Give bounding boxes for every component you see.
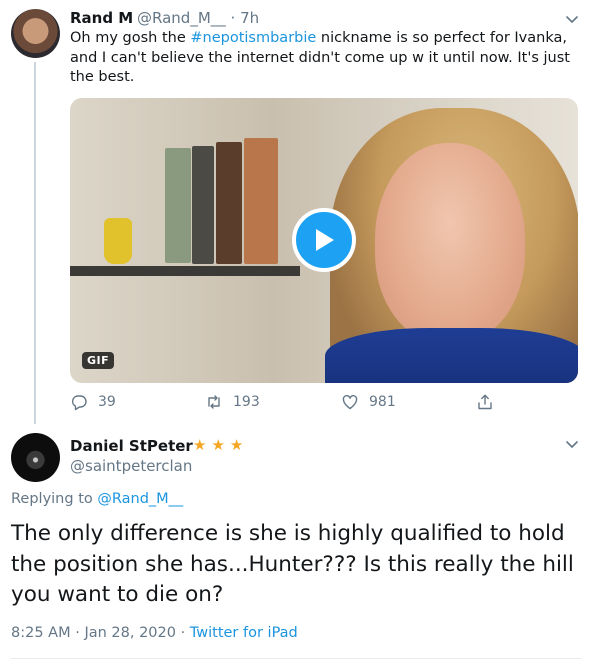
- tweet-author-handle-line[interactable]: @Rand_M__ · 7h: [137, 9, 259, 27]
- tweet-text-before: Oh my gosh the: [70, 30, 191, 46]
- background-book: [216, 142, 242, 264]
- reply-icon: [71, 395, 87, 411]
- background-book: [165, 148, 191, 263]
- replying-to-line: Replying to @Rand_M__: [11, 491, 183, 507]
- reply-author-name[interactable]: Daniel StPeter: [70, 437, 193, 455]
- tweet-author-name[interactable]: Rand M: [70, 9, 133, 27]
- meta-separator: ·: [175, 625, 190, 641]
- play-icon: [316, 229, 334, 251]
- source-link[interactable]: Twitter for iPad: [190, 625, 298, 641]
- chevron-down-icon[interactable]: [564, 11, 580, 27]
- like-count: 981: [369, 394, 396, 410]
- background-shelf: [70, 266, 300, 276]
- background-book: [192, 146, 214, 264]
- hashtag-link[interactable]: #nepotismbarbie: [190, 30, 316, 46]
- share-button[interactable]: [476, 393, 504, 411]
- retweet-count: 193: [233, 394, 260, 410]
- tweet-metadata: 8:25 AM · Jan 28, 2020 · Twitter for iPa…: [11, 625, 298, 641]
- replying-to-prefix: Replying to: [11, 491, 98, 507]
- tweet-time-separator: ·: [225, 9, 241, 27]
- thread-connector-line: [34, 62, 36, 424]
- reply-count: 39: [98, 394, 116, 410]
- share-icon: [478, 394, 492, 410]
- tweet-media-gif[interactable]: GIF: [70, 98, 578, 383]
- heart-icon: [342, 394, 358, 410]
- person-sweater: [325, 328, 578, 383]
- tweet-actions: 39 193 981: [70, 393, 510, 413]
- reply-author-handle[interactable]: @saintpeterclan: [70, 457, 192, 475]
- avatar[interactable]: [11, 433, 60, 482]
- tweet-text: Oh my gosh the #nepotismbarbie nickname …: [70, 29, 570, 88]
- name-emoji-stars: ★ ★ ★: [193, 436, 248, 454]
- reply-date[interactable]: Jan 28, 2020: [84, 625, 176, 641]
- tweet-author-handle[interactable]: @Rand_M__: [137, 9, 226, 27]
- retweet-button[interactable]: 193: [205, 393, 260, 411]
- replying-to-link[interactable]: @Rand_M__: [97, 491, 183, 507]
- reply-time[interactable]: 8:25 AM: [11, 625, 71, 641]
- background-book: [244, 138, 278, 264]
- chevron-down-icon[interactable]: [564, 436, 580, 452]
- person-face: [375, 143, 525, 343]
- reply-button[interactable]: 39: [70, 393, 116, 411]
- meta-separator: ·: [70, 625, 85, 641]
- star-icon: ★: [211, 436, 225, 454]
- star-icon: ★: [229, 436, 244, 454]
- divider: [11, 658, 581, 659]
- tweet-time[interactable]: 7h: [240, 9, 259, 27]
- gif-badge: GIF: [82, 352, 115, 369]
- background-vase: [104, 218, 132, 264]
- play-button[interactable]: [292, 208, 356, 272]
- like-button[interactable]: 981: [341, 393, 396, 411]
- star-icon: ★: [193, 436, 207, 454]
- reply-text: The only difference is she is highly qua…: [11, 521, 574, 607]
- avatar[interactable]: [11, 9, 60, 58]
- retweet-icon: [208, 395, 220, 409]
